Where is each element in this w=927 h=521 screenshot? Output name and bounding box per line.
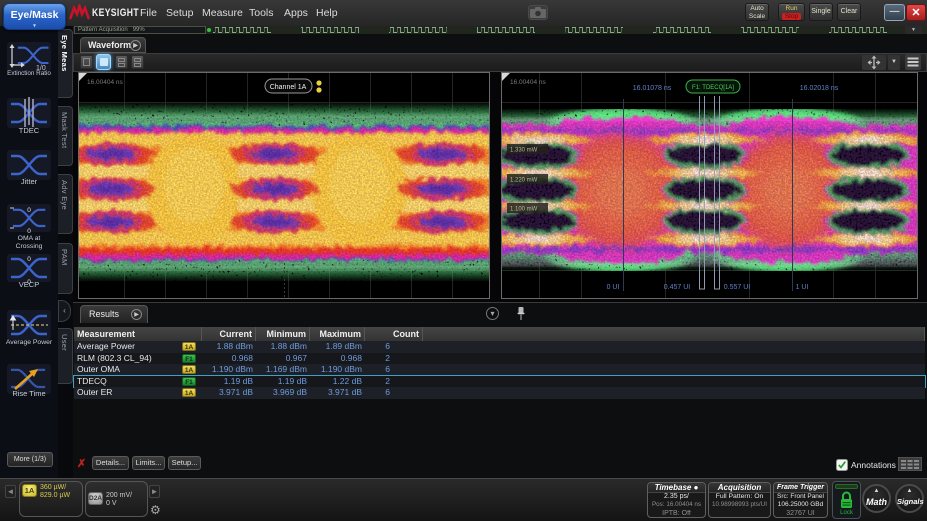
svg-text:0 UI: 0 UI [607, 284, 620, 291]
svg-text:16.00404 ns: 16.00404 ns [510, 79, 547, 86]
svg-text:Crossing: Crossing [16, 243, 43, 250]
svg-text:16.02018 ns: 16.02018 ns [800, 85, 839, 92]
svg-text:Rise Time: Rise Time [12, 389, 45, 398]
svg-text:0: 0 [27, 207, 31, 214]
svg-text:Average Power: Average Power [6, 339, 53, 346]
svg-text:OMA at: OMA at [18, 235, 41, 242]
svg-text:1.330 mW: 1.330 mW [510, 148, 538, 154]
svg-text:VECP: VECP [19, 280, 39, 289]
svg-text:16.01078 ns: 16.01078 ns [633, 85, 672, 92]
svg-text:Jitter: Jitter [21, 177, 38, 186]
svg-text:0.457 UI: 0.457 UI [664, 284, 691, 291]
svg-text:1 UI: 1 UI [796, 284, 809, 291]
svg-text:0.557 UI: 0.557 UI [724, 284, 751, 291]
svg-text:16.00404 ns: 16.00404 ns [87, 79, 124, 86]
svg-text:Channel 1A: Channel 1A [270, 84, 307, 91]
svg-text:F1: TDECQ[1A]: F1: TDECQ[1A] [692, 85, 734, 91]
svg-text:TDEC: TDEC [19, 126, 40, 135]
svg-text:0: 0 [27, 228, 31, 235]
svg-text:Extinction Ratio: Extinction Ratio [7, 70, 51, 77]
svg-text:1.220 mW: 1.220 mW [510, 178, 538, 184]
svg-text:0: 0 [27, 256, 31, 263]
svg-text:1.100 mW: 1.100 mW [510, 207, 538, 213]
